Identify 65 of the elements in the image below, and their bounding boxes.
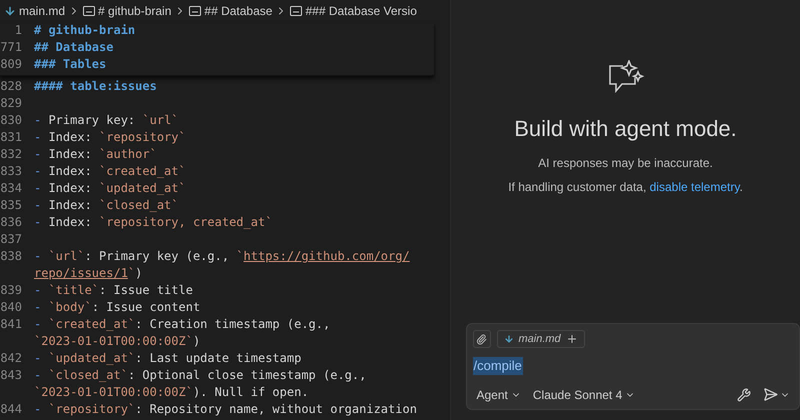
- breadcrumb-item[interactable]: # github-brain: [98, 2, 172, 20]
- line-number: 832: [0, 146, 23, 163]
- plus-icon: [566, 333, 578, 345]
- code-line: - `body`: Issue content: [34, 299, 200, 316]
- breadcrumb-item[interactable]: ### Database Versio: [305, 2, 417, 20]
- line-number: 839: [0, 282, 23, 299]
- code-line: `2023-01-01T00:00:00Z`). Null if open.: [34, 384, 309, 401]
- breadcrumb-item[interactable]: ## Database: [204, 2, 272, 20]
- chat-sparkle-icon: [606, 60, 644, 96]
- attachment-chip[interactable]: main.md: [496, 330, 585, 348]
- disable-telemetry-link[interactable]: disable telemetry: [650, 180, 740, 194]
- code-line: - Index: `author`: [34, 146, 157, 163]
- line-number: 829: [0, 95, 23, 112]
- mode-dropdown[interactable]: Agent: [472, 386, 525, 404]
- telemetry-notice: If handling customer data, disable telemetry.: [508, 179, 743, 196]
- code-line: - `closed_at`: Optional close timestamp (e.g.,: [34, 367, 366, 384]
- markdown-file-icon: [504, 334, 514, 344]
- line-number: 842: [0, 350, 23, 367]
- line-number: 843: [0, 367, 23, 384]
- breadcrumb-item[interactable]: main.md: [19, 2, 66, 20]
- line-number: 836: [0, 214, 23, 231]
- symbol-string-icon: [290, 6, 302, 16]
- code-line: - Primary key: `url`: [34, 112, 179, 129]
- line-number: 771: [0, 39, 23, 56]
- line-number: 841: [0, 316, 23, 333]
- code-line: - Index: `updated_at`: [34, 180, 186, 197]
- code-line: - `title`: Issue title: [34, 282, 193, 299]
- send-icon: [762, 387, 778, 402]
- code-line: #### table:issues: [34, 78, 157, 95]
- code-line: # github-brain: [34, 22, 136, 39]
- code-line: - Index: `created_at`: [34, 163, 186, 180]
- line-number: 833: [0, 163, 23, 180]
- code-line: - `updated_at`: Last update timestamp: [34, 350, 302, 367]
- code-line: - `repository`: Repository name, without organization: [34, 401, 417, 418]
- code-line: ## Database: [34, 39, 114, 56]
- line-number: 837: [0, 231, 23, 248]
- line-number: 835: [0, 197, 23, 214]
- line-number: 834: [0, 180, 23, 197]
- code-line: ### Tables: [34, 56, 106, 73]
- line-number: 844: [0, 401, 23, 418]
- line-number: 830: [0, 112, 23, 129]
- wrench-icon: [736, 388, 750, 402]
- line-number: 1: [14, 22, 23, 39]
- ai-notice: AI responses may be inaccurate.: [538, 155, 713, 172]
- chat-title: Build with agent mode.: [514, 115, 737, 143]
- code-line: - Index: `closed_at`: [34, 197, 179, 214]
- line-number: 809: [0, 56, 23, 73]
- model-dropdown[interactable]: Claude Sonnet 4: [524, 386, 644, 404]
- attach-button[interactable]: [472, 330, 490, 348]
- code-line: repo/issues/1`): [34, 265, 142, 282]
- line-number: 838: [0, 248, 23, 265]
- symbol-string-icon: [83, 6, 96, 16]
- code-line: - Index: `repository, created_at`: [34, 214, 272, 231]
- code-line: - `created_at`: Creation timestamp (e.g.,: [34, 316, 330, 333]
- paperclip-icon: [476, 334, 487, 344]
- line-number: 840: [0, 299, 23, 316]
- line-number: 831: [0, 129, 23, 146]
- line-number: 828: [0, 78, 23, 95]
- code-line: - `url`: Primary key (e.g., `https://github.com/org/: [34, 248, 410, 265]
- markdown-file-icon: [4, 5, 16, 17]
- attachment-name: main.md: [518, 332, 561, 347]
- symbol-string-icon: [189, 6, 202, 16]
- code-line: `2023-01-01T00:00:00Z`): [34, 333, 200, 350]
- prompt-input[interactable]: /compile: [472, 357, 523, 375]
- code-line: - Index: `repository`: [34, 129, 186, 146]
